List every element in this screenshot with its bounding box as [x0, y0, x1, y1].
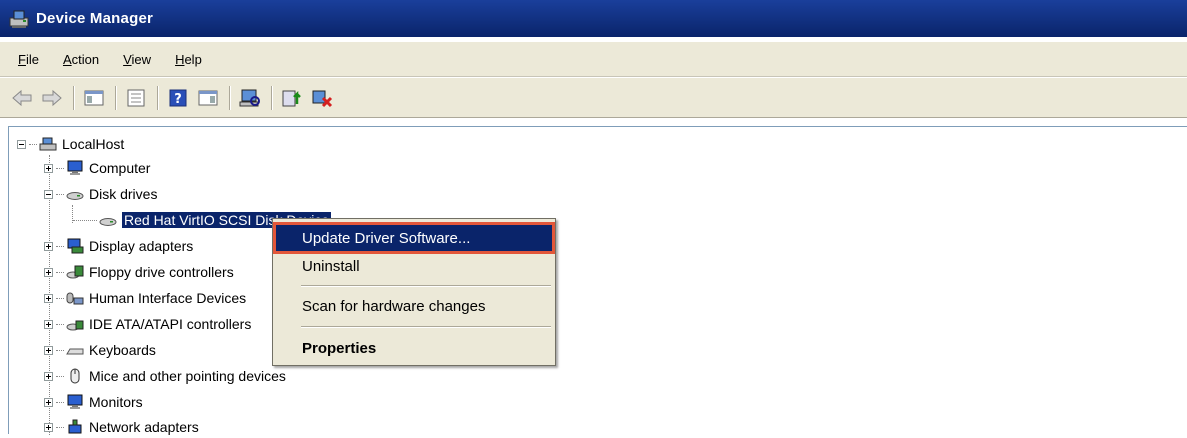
menu-separator — [301, 285, 551, 287]
disk-drive-icon — [99, 212, 117, 228]
tree-connector — [56, 401, 64, 403]
tree-item-computer[interactable]: Computer — [44, 157, 150, 179]
properties-icon[interactable] — [124, 86, 148, 110]
scan-hardware-changes-menu-item[interactable]: Scan for hardware changes — [276, 293, 552, 319]
tree-connector — [56, 245, 64, 247]
tree-item-keyboards[interactable]: Keyboards — [44, 339, 156, 361]
tree-label: Monitors — [89, 394, 143, 410]
tree-connector — [56, 297, 64, 299]
monitor-icon — [66, 394, 84, 410]
display-adapter-icon — [66, 238, 84, 254]
scan-hardware-icon[interactable] — [238, 86, 262, 110]
tree-connector — [56, 271, 64, 273]
help-icon[interactable]: ? — [166, 86, 190, 110]
tree-connector — [56, 167, 64, 169]
update-driver-icon[interactable] — [280, 86, 304, 110]
tree-connector — [73, 219, 97, 221]
tree-label: IDE ATA/ATAPI controllers — [89, 316, 252, 332]
device-tree: LocalHost Computer Disk drives Red Hat V… — [8, 126, 1187, 435]
window-title: Device Manager — [36, 10, 154, 27]
tree-item-disk-drives[interactable]: Disk drives — [44, 183, 157, 205]
tree-item-display-adapters[interactable]: Display adapters — [44, 235, 193, 257]
tree-label: Mice and other pointing devices — [89, 368, 286, 384]
menu-file[interactable]: File — [6, 52, 51, 67]
tree-label: Computer — [89, 160, 151, 176]
tree-item-human-interface-devices[interactable]: Human Interface Devices — [44, 287, 246, 309]
toolbar-separator — [73, 85, 75, 110]
toolbar: ? — [0, 78, 1187, 118]
menu-bar: File Action View Help — [0, 41, 1187, 77]
tree-connector — [56, 193, 64, 195]
tree-label: Disk drives — [89, 186, 158, 202]
tree-label: Keyboards — [89, 342, 156, 358]
menu-separator — [301, 326, 551, 328]
title-bar: Device Manager — [0, 0, 1187, 37]
mouse-icon — [66, 368, 84, 384]
device-manager-icon — [8, 8, 30, 30]
tree-item-network-adapters[interactable]: Network adapters — [44, 416, 199, 438]
expand-toggle[interactable] — [44, 345, 53, 355]
ide-controller-icon — [66, 316, 84, 332]
tree-item-ide-controllers[interactable]: IDE ATA/ATAPI controllers — [44, 313, 251, 335]
network-adapter-icon — [66, 419, 84, 435]
expand-toggle[interactable] — [44, 241, 53, 251]
collapse-toggle[interactable] — [17, 139, 26, 149]
expand-toggle[interactable] — [44, 163, 53, 173]
tree-item-floppy-controllers[interactable]: Floppy drive controllers — [44, 261, 234, 283]
expand-toggle[interactable] — [44, 293, 53, 303]
properties-menu-item[interactable]: Properties — [276, 335, 552, 361]
tree-label: Display adapters — [89, 238, 194, 254]
tree-connector — [29, 143, 37, 145]
svg-text:?: ? — [174, 92, 182, 107]
expand-toggle[interactable] — [44, 371, 53, 381]
tree-item-monitors[interactable]: Monitors — [44, 391, 143, 413]
toolbar-separator — [271, 85, 273, 110]
tree-connector — [56, 426, 64, 428]
expand-toggle[interactable] — [44, 267, 53, 277]
menu-action[interactable]: Action — [51, 52, 111, 67]
tree-label: Network adapters — [89, 419, 199, 435]
expand-toggle[interactable] — [44, 319, 53, 329]
uninstall-menu-item[interactable]: Uninstall — [276, 253, 552, 279]
computer-host-icon — [39, 136, 57, 152]
menu-help[interactable]: Help — [163, 52, 214, 67]
uninstall-icon[interactable] — [310, 86, 334, 110]
tree-connector — [56, 375, 64, 377]
toolbar-separator — [157, 85, 159, 110]
hid-icon — [66, 290, 84, 306]
disk-drive-icon — [66, 186, 84, 202]
update-driver-software-menu-item[interactable]: Update Driver Software... — [273, 222, 555, 254]
tree-connector — [56, 349, 64, 351]
toolbar-separator — [229, 85, 231, 110]
show-hide-console-tree-icon[interactable] — [82, 86, 106, 110]
tree-label: Floppy drive controllers — [89, 264, 234, 280]
back-arrow-icon[interactable] — [10, 86, 34, 110]
show-action-pane-icon[interactable] — [196, 86, 220, 110]
expand-toggle[interactable] — [44, 422, 53, 432]
floppy-controller-icon — [66, 264, 84, 280]
tree-label: LocalHost — [62, 136, 125, 152]
toolbar-separator — [115, 85, 117, 110]
tree-connector — [56, 323, 64, 325]
forward-arrow-icon[interactable] — [40, 86, 64, 110]
tree-root[interactable]: LocalHost — [17, 133, 124, 155]
keyboard-icon — [66, 342, 84, 358]
monitor-icon — [66, 160, 84, 176]
menu-view[interactable]: View — [111, 52, 163, 67]
tree-item-mice[interactable]: Mice and other pointing devices — [44, 365, 286, 387]
expand-toggle[interactable] — [44, 397, 53, 407]
context-menu: Update Driver Software... Uninstall Scan… — [272, 218, 556, 366]
tree-label: Human Interface Devices — [89, 290, 247, 306]
collapse-toggle[interactable] — [44, 189, 53, 199]
